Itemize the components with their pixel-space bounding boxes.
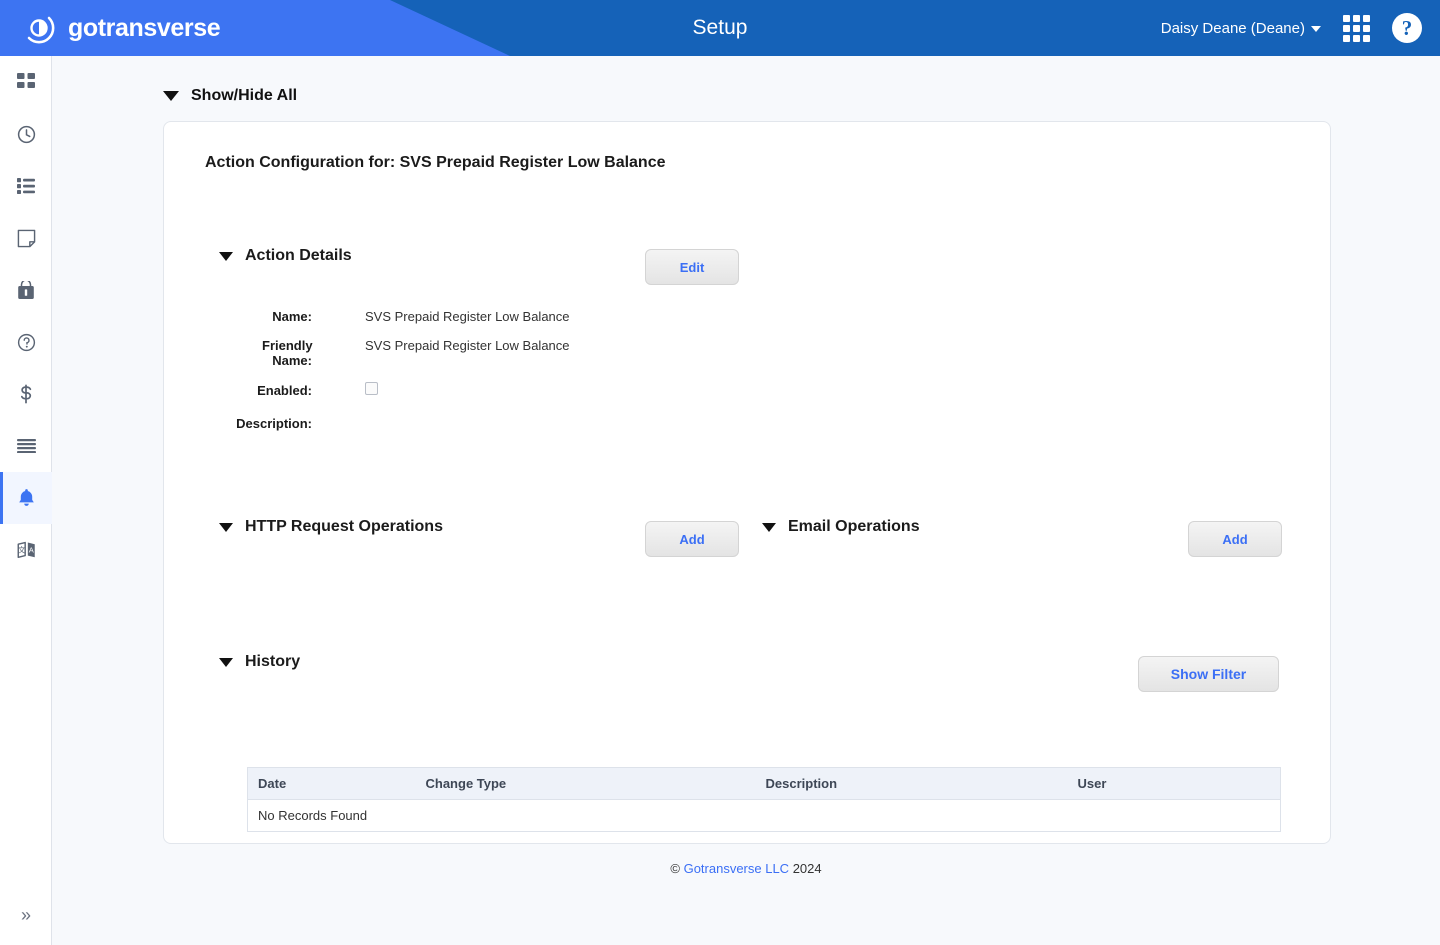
column-header-user[interactable]: User [1067, 767, 1281, 800]
email-add-button[interactable]: Add [1188, 521, 1282, 557]
double-chevron-right-icon: » [20, 904, 31, 925]
chevron-down-icon [219, 251, 233, 261]
empty-message: No Records Found [258, 808, 368, 823]
hamburger-lines-icon [16, 439, 36, 453]
name-label: Name: [272, 309, 312, 324]
bag-icon [18, 280, 34, 299]
column-header-change-type[interactable]: Change Type [415, 767, 756, 800]
http-add-button[interactable]: Add [645, 521, 739, 557]
question-circle-icon [17, 333, 35, 351]
history-title: History [245, 653, 301, 670]
dollar-icon [20, 384, 32, 404]
apps-grid-icon[interactable] [1343, 14, 1370, 42]
translate-icon: A 文 [17, 541, 35, 559]
sidebar-item-support[interactable] [0, 316, 52, 368]
friendly-name-label: Friendly Name: [262, 338, 313, 368]
chevron-down-icon [163, 91, 179, 101]
sidebar-item-billing[interactable] [0, 368, 52, 420]
http-request-operations-title: HTTP Request Operations [245, 518, 443, 535]
gotransverse-circle-logo-icon [27, 16, 55, 44]
card-title: Action Configuration for: SVS Prepaid Re… [205, 154, 666, 171]
footer: © Gotransverse LLC 2024 [52, 861, 1440, 876]
sidebar-item-recent[interactable] [0, 108, 52, 160]
column-header-date[interactable]: Date [247, 767, 416, 800]
help-question-icon[interactable]: ? [1392, 13, 1422, 43]
sidebar-item-notifications[interactable] [0, 472, 52, 524]
history-table-header-row: Date Change Type Description User [247, 767, 1281, 800]
chevron-down-icon [219, 657, 233, 667]
document-icon [17, 229, 35, 247]
chevron-down-icon [219, 522, 233, 532]
http-request-operations-toggle[interactable]: HTTP Request Operations [219, 518, 443, 536]
sidebar-item-products[interactable] [0, 264, 52, 316]
brand-name: gotransverse [68, 13, 221, 42]
page-body: Show/Hide All Action Configuration for: … [52, 56, 1440, 945]
enabled-checkbox[interactable] [365, 382, 378, 395]
dashboard-grid-icon [17, 73, 35, 88]
friendly-name-value: SVS Prepaid Register Low Balance [365, 338, 570, 353]
sidebar-item-language[interactable]: A 文 [0, 524, 52, 576]
description-label: Description: [236, 416, 312, 431]
sidebar-collapse-toggle[interactable]: » [0, 895, 52, 935]
sidebar: A 文 » [0, 56, 52, 945]
footer-company-link[interactable]: Gotransverse LLC [684, 861, 790, 876]
svg-text:文: 文 [17, 544, 25, 554]
user-name: Daisy Deane (Deane) [1160, 19, 1305, 37]
email-operations-title: Email Operations [788, 518, 920, 535]
action-details-title: Action Details [245, 247, 352, 264]
history-toggle[interactable]: History [219, 653, 300, 671]
action-configuration-card: Action Configuration for: SVS Prepaid Re… [163, 121, 1331, 844]
app-header: gotransverse Setup Daisy Deane (Deane) ? [0, 0, 1440, 56]
action-details-toggle[interactable]: Action Details [219, 247, 352, 265]
show-filter-button[interactable]: Show Filter [1138, 656, 1279, 692]
list-icon [17, 178, 35, 194]
show-hide-all-label: Show/Hide All [191, 87, 298, 104]
enabled-label: Enabled: [257, 383, 312, 398]
table-row: No Records Found [248, 800, 1281, 832]
column-header-description[interactable]: Description [755, 767, 1068, 800]
header-actions: Daisy Deane (Deane) ? [1161, 0, 1422, 56]
caret-down-icon [1311, 26, 1321, 32]
sidebar-item-documents[interactable] [0, 212, 52, 264]
sidebar-item-lists[interactable] [0, 160, 52, 212]
show-hide-all-toggle[interactable]: Show/Hide All [163, 87, 297, 105]
page-title-text: Setup [692, 16, 748, 39]
history-table: Date Change Type Description User No Rec… [247, 767, 1281, 832]
sidebar-item-menu[interactable] [0, 420, 52, 472]
sidebar-item-dashboard[interactable] [0, 56, 52, 108]
user-menu[interactable]: Daisy Deane (Deane) [1161, 20, 1321, 37]
clock-icon [17, 125, 35, 143]
name-value: SVS Prepaid Register Low Balance [365, 309, 570, 324]
brand[interactable]: gotransverse [22, 0, 221, 56]
edit-button[interactable]: Edit [645, 249, 739, 285]
copyright-symbol: © [670, 861, 680, 876]
footer-year: 2024 [792, 861, 822, 876]
chevron-down-icon [762, 522, 776, 532]
email-operations-toggle[interactable]: Email Operations [762, 518, 920, 536]
bell-icon [18, 489, 34, 506]
